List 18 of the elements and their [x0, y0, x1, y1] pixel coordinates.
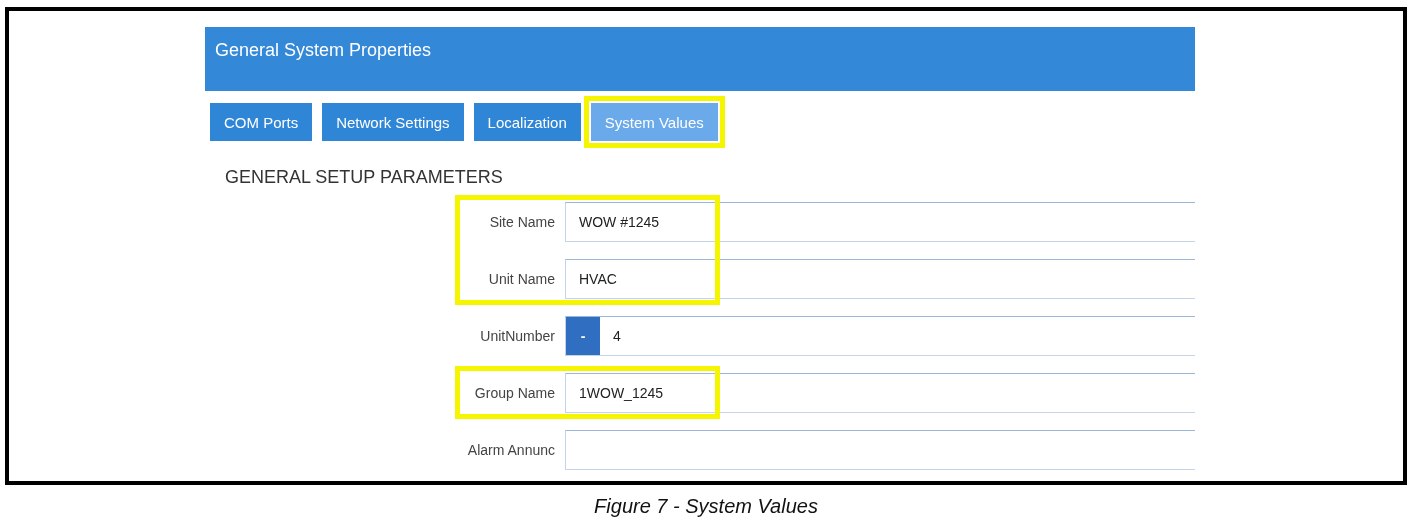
input-field[interactable]: HVAC: [565, 258, 1195, 299]
field-label: UnitNumber: [479, 327, 556, 344]
section-heading: GENERAL SETUP PARAMETERS: [224, 166, 504, 189]
field-label: Site Name: [488, 213, 556, 230]
input-field[interactable]: 1WOW_1245: [565, 372, 1195, 413]
input-field[interactable]: [565, 429, 1195, 470]
field-label: Alarm Annunc: [466, 441, 556, 458]
input-value: 4: [612, 327, 621, 344]
field-label: Unit Name: [487, 270, 556, 287]
decrement-button[interactable]: -: [566, 316, 600, 355]
tab[interactable]: Network Settings: [322, 103, 464, 141]
panel-title: General System Properties: [215, 40, 432, 60]
figure-caption: Figure 7 - System Values: [593, 494, 819, 518]
field-label: Group Name: [473, 384, 556, 401]
tab[interactable]: COM Ports: [210, 103, 313, 141]
tab[interactable]: Localization: [473, 103, 581, 141]
input-field[interactable]: WOW #1245: [565, 201, 1195, 242]
number-input[interactable]: - 4: [565, 315, 1195, 356]
